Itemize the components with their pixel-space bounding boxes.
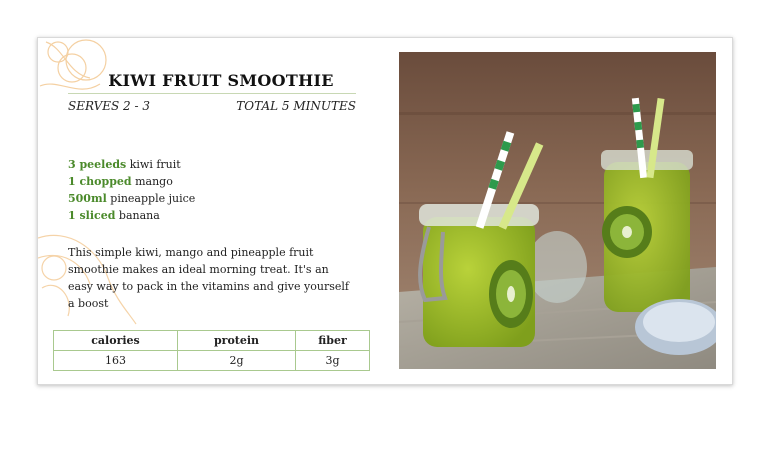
ingredient-qty: 3 peeleds xyxy=(68,158,127,171)
nutrition-value-calories: 163 xyxy=(53,350,178,371)
smoothie-photo xyxy=(399,52,716,369)
ingredient-qty: 1 sliced xyxy=(68,209,116,222)
recipe-description: This simple kiwi, mango and pineapple fr… xyxy=(68,246,349,310)
nutrition-table: calories protein fiber 163 2g 3g xyxy=(53,330,370,371)
recipe-title: KIWI FRUIT SMOOTHIE xyxy=(108,71,334,90)
total-time-label: TOTAL 5 MINUTES xyxy=(236,99,356,113)
ingredient-item: 1 sliced banana xyxy=(68,207,195,224)
smoothie-illustration xyxy=(399,52,716,369)
ingredient-name: kiwi fruit xyxy=(129,158,181,171)
recipe-card: KIWI FRUIT SMOOTHIE SERVES 2 - 3 TOTAL 5… xyxy=(37,37,733,385)
nutrition-header-fiber: fiber xyxy=(295,330,370,351)
ingredient-list: 3 peeleds kiwi fruit 1 chopped mango 500… xyxy=(68,156,195,224)
ingredient-item: 3 peeleds kiwi fruit xyxy=(68,156,195,173)
ingredient-name: pineapple juice xyxy=(110,192,196,205)
title-divider xyxy=(68,93,356,94)
serves-label: SERVES 2 - 3 xyxy=(68,99,151,113)
ingredient-qty: 500ml xyxy=(68,192,107,205)
ingredient-item: 500ml pineapple juice xyxy=(68,190,195,207)
nutrition-header-calories: calories xyxy=(53,330,178,351)
nutrition-header-protein: protein xyxy=(177,330,296,351)
ingredient-name: mango xyxy=(135,175,173,188)
nutrition-value-row: 163 2g 3g xyxy=(53,350,370,371)
ingredient-qty: 1 chopped xyxy=(68,175,132,188)
ingredient-name: banana xyxy=(118,209,160,222)
nutrition-value-fiber: 3g xyxy=(295,350,370,371)
ingredient-item: 1 chopped mango xyxy=(68,173,195,190)
nutrition-value-protein: 2g xyxy=(177,350,296,371)
nutrition-header-row: calories protein fiber xyxy=(53,330,370,351)
